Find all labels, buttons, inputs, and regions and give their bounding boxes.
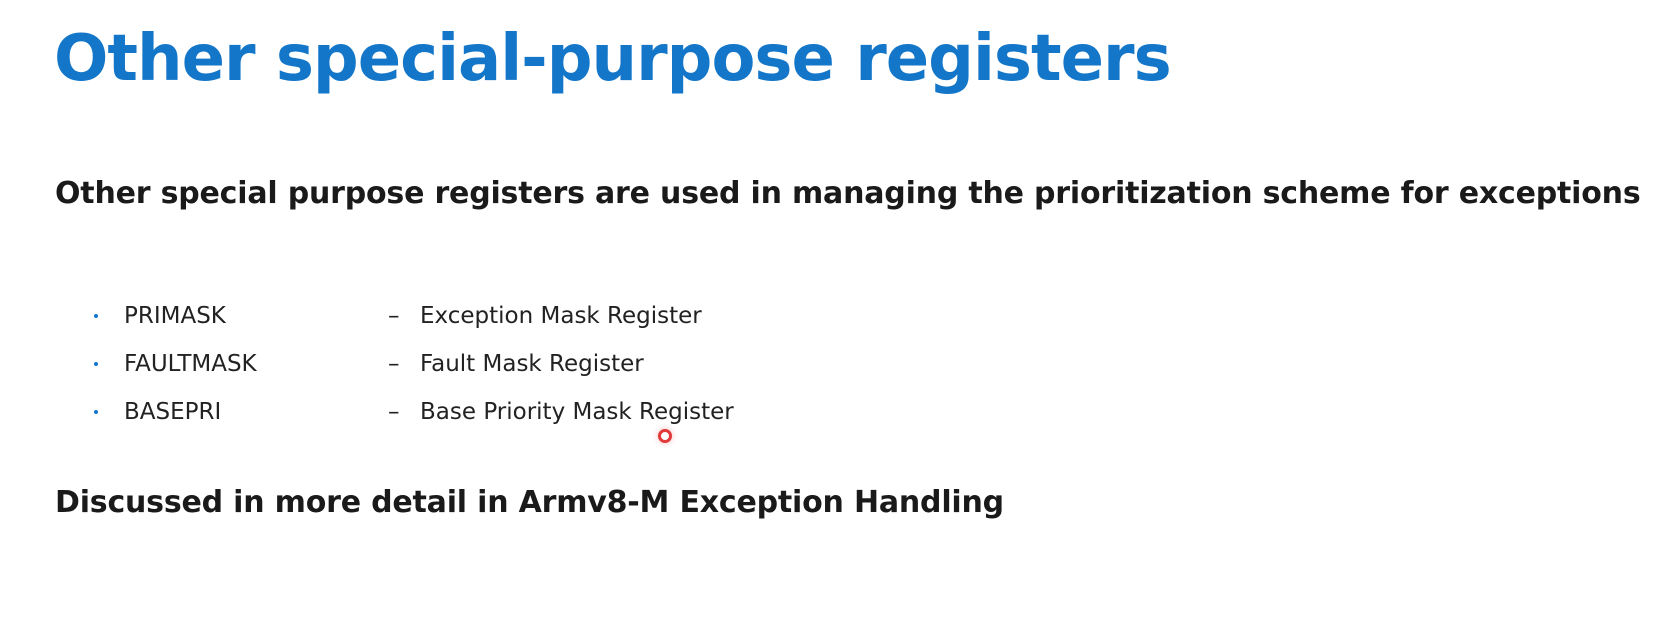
register-name: PRIMASK xyxy=(124,303,226,329)
list-item: BASEPRI – Base Priority Mask Register xyxy=(94,388,734,436)
dash-separator: – xyxy=(388,351,400,377)
list-item: FAULTMASK – Fault Mask Register xyxy=(94,340,734,388)
register-list: PRIMASK – Exception Mask Register FAULTM… xyxy=(94,292,734,436)
slide-subtitle: Other special purpose registers are used… xyxy=(55,176,1641,211)
bullet-icon xyxy=(94,362,98,366)
register-description: Fault Mask Register xyxy=(420,351,644,377)
register-description: Base Priority Mask Register xyxy=(420,399,734,425)
slide: Other special-purpose registers Other sp… xyxy=(0,0,1667,640)
register-name: BASEPRI xyxy=(124,399,222,425)
dash-separator: – xyxy=(388,303,400,329)
footer-note: Discussed in more detail in Armv8-M Exce… xyxy=(55,485,1004,520)
register-description: Exception Mask Register xyxy=(420,303,702,329)
bullet-icon xyxy=(94,314,98,318)
bullet-icon xyxy=(94,410,98,414)
slide-title: Other special-purpose registers xyxy=(54,22,1172,96)
list-item: PRIMASK – Exception Mask Register xyxy=(94,292,734,340)
register-name: FAULTMASK xyxy=(124,351,257,377)
laser-pointer-icon xyxy=(658,429,672,443)
dash-separator: – xyxy=(388,399,400,425)
